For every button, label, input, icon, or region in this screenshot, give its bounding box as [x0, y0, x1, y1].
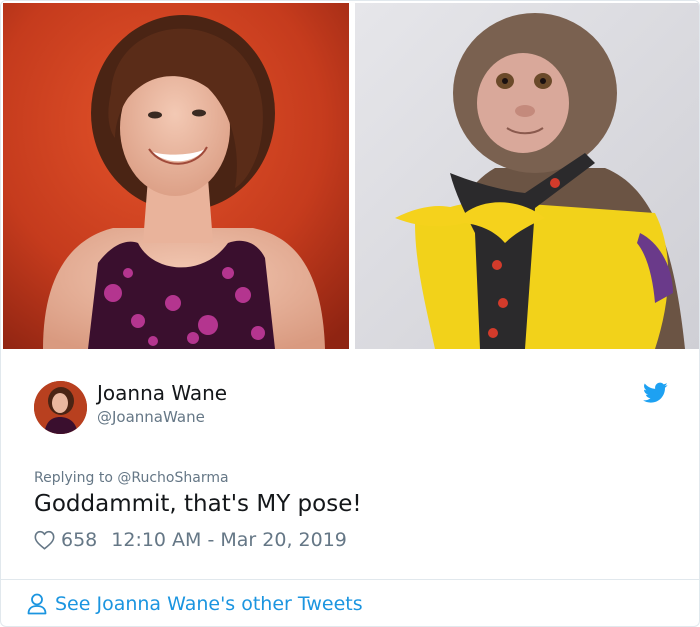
monkey-portrait-image[interactable] — [355, 3, 699, 349]
woman-portrait-image[interactable] — [3, 3, 349, 349]
user-icon — [27, 593, 47, 615]
author-name[interactable]: Joanna Wane — [97, 381, 227, 405]
author-avatar[interactable] — [34, 381, 87, 434]
tweet-text: Goddammit, that's MY pose! — [34, 491, 362, 517]
tweet-timestamp[interactable]: 12:10 AM - Mar 20, 2019 — [111, 529, 347, 551]
replying-to-line: Replying to @RuchoSharma — [34, 470, 229, 486]
see-other-tweets-link[interactable]: See Joanna Wane's other Tweets — [27, 591, 363, 617]
twitter-bird-icon[interactable] — [643, 382, 668, 404]
tweet-meta: 658 12:10 AM - Mar 20, 2019 — [34, 528, 347, 552]
replying-prefix: Replying to — [34, 470, 113, 486]
like-count[interactable]: 658 — [61, 529, 97, 551]
tweet-media[interactable] — [1, 1, 699, 351]
heart-icon[interactable] — [34, 530, 55, 550]
see-other-tweets-label[interactable]: See Joanna Wane's other Tweets — [55, 593, 363, 615]
footer-divider — [1, 579, 699, 580]
embedded-tweet-card: Joanna Wane @JoannaWane Replying to @Ruc… — [0, 0, 700, 627]
replying-handle-link[interactable]: @RuchoSharma — [117, 470, 228, 486]
author-handle[interactable]: @JoannaWane — [97, 408, 205, 426]
